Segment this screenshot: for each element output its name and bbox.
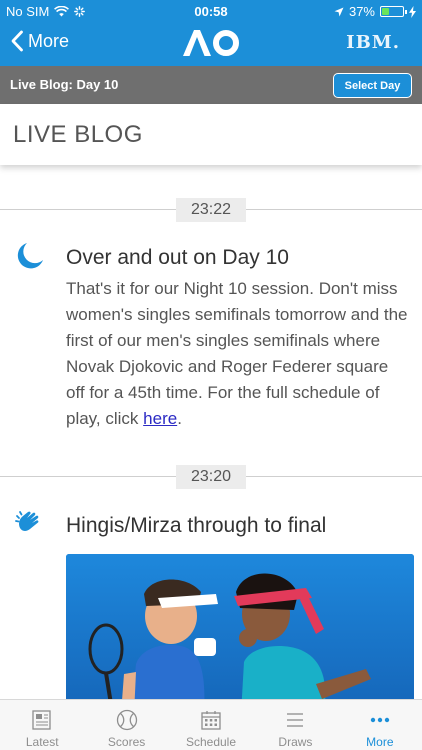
schedule-link[interactable]: here xyxy=(143,409,177,428)
timestamp-divider: 23:22 xyxy=(0,198,422,222)
tab-draws[interactable]: Draws xyxy=(253,700,337,750)
day-title: Live Blog: Day 10 xyxy=(10,77,119,92)
chevron-left-icon xyxy=(11,30,23,52)
clapping-hands-icon xyxy=(15,511,39,531)
page-title: LIVE BLOG xyxy=(13,121,143,148)
tab-more[interactable]: More xyxy=(338,700,422,750)
timestamp: 23:20 xyxy=(176,465,246,489)
list-icon xyxy=(287,713,304,727)
day-header: Live Blog: Day 10 Select Day xyxy=(0,66,422,104)
entry-photo[interactable] xyxy=(66,554,414,714)
tennis-ball-icon xyxy=(116,709,137,731)
moon-icon xyxy=(17,243,43,269)
location-arrow-icon xyxy=(334,7,344,16)
entry-title: Hingis/Mirza through to final xyxy=(66,514,327,537)
entry-title: Over and out on Day 10 xyxy=(66,246,289,269)
tab-scores[interactable]: Scores xyxy=(84,700,168,750)
navigation-bar: More IBM. xyxy=(0,22,422,66)
newspaper-icon xyxy=(32,710,51,730)
live-blog-header: LIVE BLOG xyxy=(0,104,422,165)
tab-latest[interactable]: Latest xyxy=(0,700,84,750)
ibm-logo: IBM. xyxy=(346,32,400,53)
select-day-button[interactable]: Select Day xyxy=(333,73,412,98)
status-bar: No SIM 00:58 37% xyxy=(0,0,422,22)
battery-percent: 37% xyxy=(348,4,375,19)
calendar-icon xyxy=(201,711,221,730)
battery-icon xyxy=(380,6,407,17)
charging-bolt-icon xyxy=(409,5,416,18)
tennis-players-photo xyxy=(66,554,414,714)
more-dots-icon xyxy=(370,717,390,723)
top-bar: No SIM 00:58 37% More IBM. xyxy=(0,0,422,66)
timestamp-divider: 23:20 xyxy=(0,465,422,489)
tab-bar: Latest Scores Schedule Draws More xyxy=(0,699,422,750)
australian-open-logo-icon xyxy=(183,30,239,56)
entry-body: That's it for our Night 10 session. Don'… xyxy=(66,279,408,428)
tab-schedule[interactable]: Schedule xyxy=(169,700,253,750)
timestamp: 23:22 xyxy=(176,198,246,222)
back-button-label: More xyxy=(28,30,70,51)
battery-fill xyxy=(382,8,390,15)
back-button[interactable]: More xyxy=(10,30,69,52)
